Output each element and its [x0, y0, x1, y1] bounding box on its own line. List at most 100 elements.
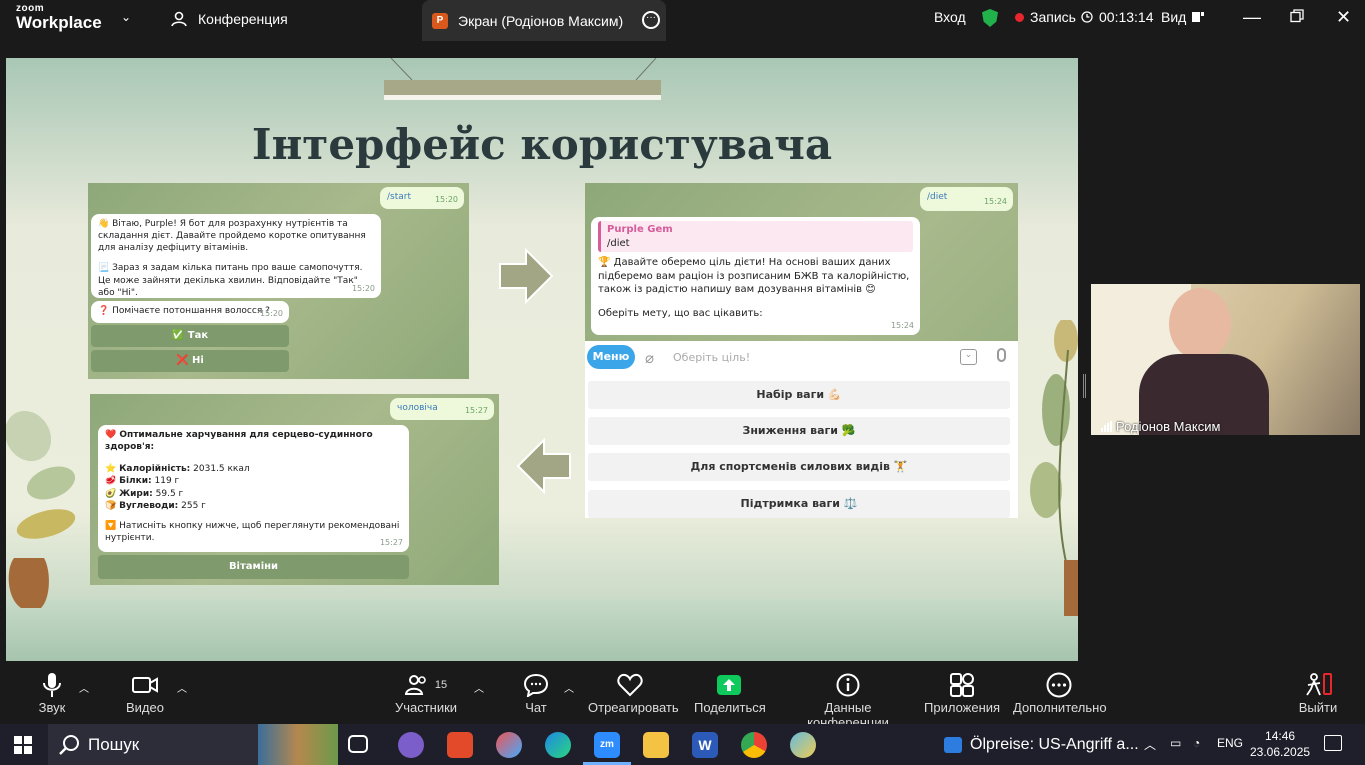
share-screen-button[interactable]: Поделиться: [694, 670, 766, 715]
task-view-icon[interactable]: [348, 735, 368, 753]
audio-button[interactable]: Звук: [32, 670, 72, 715]
microphone-icon: [43, 673, 61, 697]
search-icon: [59, 734, 79, 755]
news-widget[interactable]: Ölpreise: US-Angriff a...: [944, 736, 1139, 754]
edge-browser-icon[interactable]: [545, 732, 571, 758]
signal-icon: [1101, 421, 1112, 432]
zoom-app-icon[interactable]: zm: [594, 732, 620, 758]
language-indicator[interactable]: ENG: [1217, 736, 1243, 750]
tray-overflow-icon[interactable]: ︿: [1144, 736, 1156, 753]
heart-icon: [617, 673, 643, 697]
participants-count: 15: [434, 679, 448, 691]
windows-start-icon[interactable]: [14, 736, 32, 759]
apps-button[interactable]: Приложения: [924, 670, 1000, 715]
plant-right-decoration: [1030, 320, 1078, 616]
participant-name-label: Родіонов Максим: [1101, 419, 1220, 434]
answer-no-button: ❌ Ні: [91, 350, 289, 372]
leave-icon: [1306, 673, 1332, 696]
reply-quote: Purple Gem /diet: [598, 221, 913, 252]
conference-label: Конференция: [198, 11, 288, 27]
slide-banner: [384, 80, 661, 100]
app-icon[interactable]: [790, 732, 816, 758]
zoom-workplace-logo: zoom Workplace: [16, 3, 102, 32]
view-menu-button[interactable]: Вид: [1161, 9, 1205, 25]
taskbar-search-box[interactable]: Пошук: [48, 724, 338, 765]
chat-options-caret-icon[interactable]: ︿: [564, 680, 574, 695]
meet-now-icon[interactable]: ▭: [1170, 736, 1181, 750]
chat-button[interactable]: Чат: [520, 670, 552, 715]
more-button[interactable]: Дополнительно: [1013, 670, 1107, 715]
leave-button[interactable]: Выйти: [1296, 670, 1340, 715]
telegram-input-area: Меню ⌀ Оберіть ціль! ⌄ Набір ваги 💪🏻 Зни…: [585, 341, 1018, 518]
view-layout-icon: [1192, 12, 1205, 22]
wps-office-icon[interactable]: [447, 732, 473, 758]
answer-yes-button: ✅ Так: [91, 325, 289, 347]
bot-diet-message: Purple Gem /diet 🏆 Давайте оберемо ціль …: [591, 217, 920, 335]
option-strength-athletes: Для спортсменів силових видів 🏋️: [588, 453, 1010, 481]
user-command-bubble: /start 15:20: [380, 187, 464, 209]
camera-icon: [132, 677, 158, 693]
news-icon: [944, 737, 962, 753]
presenter-avatar: P: [432, 12, 448, 29]
participants-button[interactable]: 15 Участники: [392, 670, 460, 715]
wifi-icon[interactable]: ◔: [1193, 736, 1200, 750]
user-command-bubble: чоловіча 15:27: [390, 398, 494, 420]
conference-tab[interactable]: Конференция: [170, 11, 288, 27]
option-weight-loss: Зниження ваги 🥦: [588, 417, 1010, 445]
participants-icon: [404, 675, 426, 695]
login-button[interactable]: Вход: [934, 9, 966, 25]
react-button[interactable]: Отреагировать: [588, 670, 679, 715]
viber-icon[interactable]: [398, 732, 424, 758]
screen-share-tab-label: Экран (Родіонов Максим): [458, 12, 624, 29]
telegram-screenshot-diet: /diet 15:24 Purple Gem /diet 🏆 Давайте о…: [585, 183, 1018, 518]
apps-icon: [950, 673, 974, 697]
word-icon[interactable]: W: [692, 732, 718, 758]
arrow-right-icon: [499, 248, 554, 304]
paint-app-icon[interactable]: [496, 732, 522, 758]
keyboard-toggle-icon: ⌄: [960, 349, 977, 365]
info-icon: [836, 673, 860, 697]
meeting-timer: 00:13:14: [1081, 9, 1154, 25]
attach-icon: ⌀: [645, 349, 655, 367]
video-button[interactable]: Видео: [122, 670, 168, 715]
participant-video-tile[interactable]: Родіонов Максим: [1091, 284, 1360, 435]
slide-title: Інтерфейс користувача: [251, 120, 833, 169]
zoom-title-bar: zoom Workplace ⌄ Конференция P Экран (Ро…: [0, 0, 1365, 41]
taskbar-clock[interactable]: 14:46 23.06.2025: [1250, 728, 1310, 760]
telegram-screenshot-nutrition: чоловіча 15:27 ❤️ Оптимальне харчування …: [90, 394, 499, 585]
meeting-info-button[interactable]: Данные конференции: [786, 670, 910, 730]
banner-strings: [390, 58, 657, 81]
arrow-left-icon: [516, 438, 571, 494]
bot-welcome-message: 👋 Вітаю, Purple! Я бот для розрахунку ну…: [91, 214, 381, 298]
notifications-icon[interactable]: [1324, 735, 1342, 751]
record-dot-icon: [1015, 12, 1024, 22]
share-screen-icon: [717, 675, 741, 695]
bot-nutrition-message: ❤️ Оптимальне харчування для серцево-суд…: [98, 425, 409, 552]
more-icon: [1046, 672, 1072, 698]
participants-options-caret-icon[interactable]: ︿: [474, 680, 484, 695]
participant-face: [1169, 288, 1231, 360]
screen-share-tab[interactable]: P Экран (Родіонов Максим) ···: [422, 0, 666, 41]
chevron-down-icon[interactable]: ⌄: [121, 10, 131, 24]
option-weight-maintenance: Підтримка ваги ⚖️: [588, 490, 1010, 518]
file-explorer-icon[interactable]: [643, 732, 669, 758]
close-icon[interactable]: ✕: [1336, 7, 1351, 28]
audio-options-caret-icon[interactable]: ︿: [79, 680, 89, 695]
chrome-icon[interactable]: [741, 732, 767, 758]
plant-left-decoration: [6, 410, 76, 608]
recording-indicator[interactable]: Запись: [1015, 9, 1076, 25]
minimize-icon[interactable]: —: [1243, 7, 1261, 28]
chat-icon: [524, 673, 548, 697]
video-options-caret-icon[interactable]: ︿: [177, 680, 187, 695]
windows-taskbar: Пошук zm W Ölpreise: US-Angriff a... ︿ ▭…: [0, 724, 1365, 765]
restore-icon[interactable]: [1290, 7, 1304, 28]
menu-button: Меню: [587, 345, 635, 369]
search-highlight-image: [258, 724, 338, 765]
clock-icon: [1081, 11, 1093, 23]
more-icon[interactable]: ···: [642, 11, 660, 29]
vitamins-button: Вітаміни: [98, 555, 409, 579]
security-shield-icon[interactable]: [982, 9, 998, 27]
shared-screen: Інтерфейс користувача /start 15:20 👋 Віт…: [6, 58, 1078, 661]
option-weight-gain: Набір ваги 💪🏻: [588, 381, 1010, 409]
panel-resize-handle[interactable]: [1083, 374, 1086, 398]
